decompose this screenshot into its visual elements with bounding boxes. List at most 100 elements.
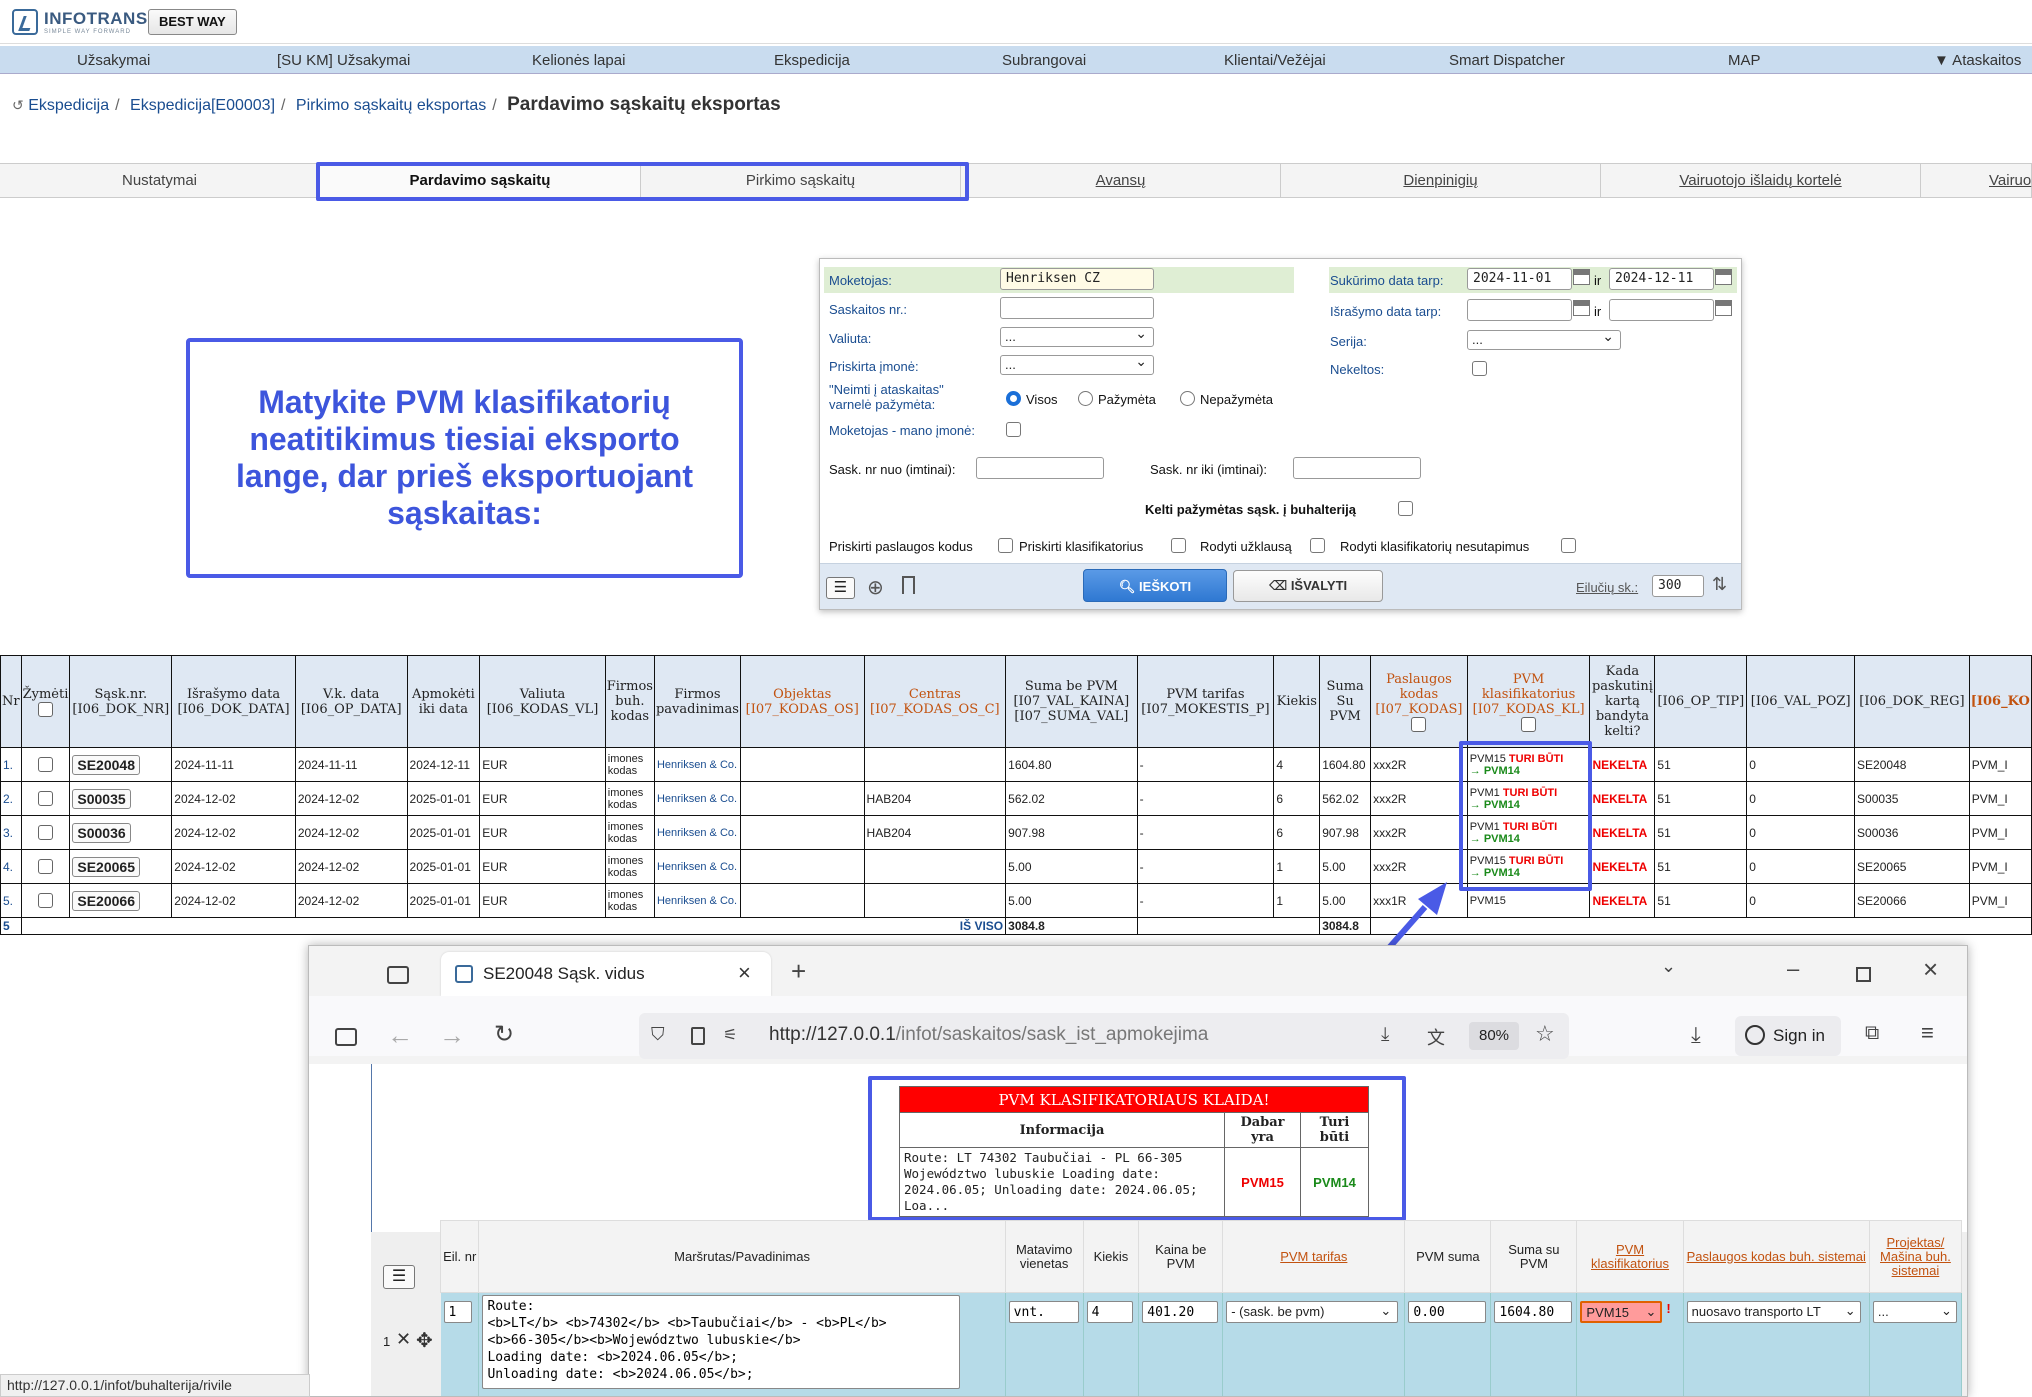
- moketojas-input[interactable]: Henriksen CZ: [1000, 268, 1154, 290]
- permissions-icon[interactable]: ⚟: [723, 1025, 737, 1045]
- company-button[interactable]: BEST WAY: [148, 9, 237, 35]
- item-vat-rate-select[interactable]: - (sask. be pvm) ⌄: [1226, 1301, 1399, 1323]
- item-col-pvm-tarifas[interactable]: PVM tarifas: [1222, 1220, 1406, 1293]
- item-project-select[interactable]: ... ⌄: [1872, 1301, 1957, 1323]
- col-dok-reg[interactable]: [I06_DOK_REG]: [1854, 655, 1970, 748]
- calendar-icon[interactable]: [1573, 300, 1590, 316]
- invoice-number-button[interactable]: SE20066: [72, 890, 140, 911]
- items-menu-icon[interactable]: ☰: [383, 1265, 415, 1289]
- col-israsymo[interactable]: Išrašymo data [I06_DOK_DATA]: [171, 655, 296, 748]
- opt-uzklausa-checkbox[interactable]: [1310, 538, 1325, 553]
- invoice-number-button[interactable]: SE20065: [72, 856, 140, 877]
- back-icon[interactable]: ←: [387, 1020, 413, 1051]
- item-col-projektas[interactable]: Projektas/ Mašina buh. sistemai: [1868, 1220, 1963, 1293]
- row-firm-link[interactable]: Henriksen & Co.: [657, 861, 737, 873]
- row-checkbox[interactable]: [37, 757, 53, 773]
- col-ko[interactable]: [I06_KO: [1968, 655, 2032, 748]
- col-op-tip[interactable]: [I06_OP_TIP]: [1654, 655, 1748, 748]
- col-vk[interactable]: V.k. data [I06_OP_DATA]: [294, 655, 408, 748]
- invoice-number-button[interactable]: S00035: [72, 788, 131, 809]
- klasifikatorius-checkbox[interactable]: [1521, 716, 1537, 732]
- downloads-icon[interactable]: ⤓: [1691, 1022, 1701, 1048]
- star-icon[interactable]: ☆: [1535, 1021, 1555, 1047]
- row-firm-link[interactable]: Henriksen & Co.: [657, 793, 737, 805]
- col-kada[interactable]: Kada paskutinį kartą bandyta kelti?: [1589, 655, 1656, 748]
- moketojas-mano-checkbox[interactable]: [1006, 422, 1021, 437]
- col-pvm-klasifikatorius[interactable]: PVM klasifikatorius [I07_KODAS_KL]: [1466, 655, 1591, 748]
- nav-subrangovai[interactable]: Subrangovai: [1002, 52, 1086, 69]
- search-button[interactable]: 🔍︎ IEŠKOTI: [1083, 569, 1227, 602]
- extensions-icon[interactable]: ⧉: [1865, 1022, 1879, 1045]
- sign-in-button[interactable]: Sign in: [1735, 1016, 1841, 1056]
- col-buh-kodas[interactable]: Firmos buh. kodas: [604, 655, 655, 748]
- col-sask[interactable]: Sąsk.nr. [I06_DOK_NR]: [69, 655, 173, 748]
- app-menu-icon[interactable]: ≡: [1921, 1020, 1934, 1046]
- clear-button[interactable]: ⌫ IŠVALYTI: [1233, 570, 1383, 602]
- tab-dienpinigiu[interactable]: Dienpinigių: [1281, 164, 1601, 197]
- valiuta-select[interactable]: ...: [1000, 325, 1154, 347]
- breadcrumb-ekspedicija-e00003[interactable]: Ekspedicija[E00003]: [130, 97, 275, 114]
- url-text[interactable]: http://127.0.0.1/infot/saskaitos/sask_is…: [769, 1024, 1209, 1046]
- tab-manager-icon[interactable]: [387, 966, 409, 984]
- priskirta-select[interactable]: ...: [1000, 353, 1154, 375]
- nav-kelliones-lapai[interactable]: Kelionės lapai: [532, 52, 625, 69]
- col-centras[interactable]: Centras [I07_KODAS_OS_C]: [863, 655, 1007, 748]
- zoom-icon[interactable]: ⊕: [867, 575, 884, 600]
- nav-map[interactable]: MAP: [1728, 52, 1761, 69]
- radio-pazymeta[interactable]: [1078, 391, 1093, 406]
- calendar-icon[interactable]: [1573, 269, 1590, 285]
- tab-vairuo[interactable]: Vairuo: [1921, 164, 2032, 197]
- page-icon[interactable]: [691, 1027, 705, 1045]
- calendar-icon[interactable]: [1715, 300, 1732, 316]
- rows-input[interactable]: 300: [1652, 575, 1704, 597]
- sort-icon[interactable]: ⇅: [1712, 574, 1727, 595]
- new-tab-icon[interactable]: +: [791, 956, 806, 987]
- col-kiekis[interactable]: Kiekis: [1273, 655, 1321, 748]
- bookmark-icon[interactable]: [902, 576, 915, 594]
- col-apmoketi[interactable]: Apmokėti iki data: [406, 655, 481, 748]
- israsymo-from-input[interactable]: [1467, 299, 1572, 321]
- col-suma-su-pvm[interactable]: Suma Su PVM: [1319, 655, 1372, 748]
- col-suma-be-pvm[interactable]: Suma be PVM [I07_VAL_KAINA] [I07_SUMA_VA…: [1005, 655, 1138, 748]
- opt-klasifikatorius-checkbox[interactable]: [1171, 538, 1186, 553]
- sukurimo-from-input[interactable]: 2024-11-01: [1467, 268, 1572, 290]
- opt-nesutapimai-checkbox[interactable]: [1561, 538, 1576, 553]
- nav-ataskaitos[interactable]: ▼ Ataskaitos: [1934, 52, 2021, 69]
- delete-row-icon[interactable]: ✕: [396, 1329, 411, 1350]
- invoice-number-button[interactable]: S00036: [72, 822, 131, 843]
- tab-vairuotojo[interactable]: Vairuotojo išlaidų kortelė: [1601, 164, 1921, 197]
- row-checkbox[interactable]: [37, 825, 53, 841]
- row-checkbox[interactable]: [37, 893, 53, 909]
- close-tab-icon[interactable]: ×: [738, 960, 751, 986]
- col-firmos-pav[interactable]: Firmos pavadinimas: [653, 655, 741, 748]
- row-firm-link[interactable]: Henriksen & Co.: [657, 759, 737, 771]
- nav-klientai[interactable]: Klientai/Vežėjai: [1224, 52, 1326, 69]
- radio-nepazymeta[interactable]: [1180, 391, 1195, 406]
- item-eil-input[interactable]: [443, 1301, 472, 1323]
- tab-nustatymai[interactable]: Nustatymai: [0, 164, 320, 197]
- sask-iki-input[interactable]: [1293, 457, 1421, 479]
- save-page-icon[interactable]: ⤓: [1381, 1024, 1389, 1046]
- menu-icon[interactable]: ☰: [826, 577, 855, 599]
- row-checkbox[interactable]: [37, 859, 53, 875]
- col-valiuta[interactable]: Valiuta [I06_KODAS_VL]: [479, 655, 606, 748]
- breadcrumb-pirkimo[interactable]: Pirkimo sąskaitų eksportas: [296, 97, 486, 114]
- radio-visos[interactable]: [1006, 391, 1021, 406]
- infotrans-logo[interactable]: INFOTRANS SIMPLE WAY FORWARD: [12, 8, 148, 36]
- kelti-checkbox[interactable]: [1398, 501, 1413, 516]
- col-pvm-tarifas[interactable]: PVM tarifas [I07_MOKESTIS_P]: [1136, 655, 1275, 748]
- opt-paslaugos-checkbox[interactable]: [998, 538, 1013, 553]
- israsymo-to-input[interactable]: [1609, 299, 1714, 321]
- history-icon[interactable]: ↺: [12, 97, 24, 113]
- saskaitos-input[interactable]: [1000, 297, 1154, 319]
- col-objektas[interactable]: Objektas [I07_KODAS_OS]: [739, 655, 865, 748]
- list-tabs-icon[interactable]: ⌄: [1661, 956, 1676, 977]
- invoice-number-button[interactable]: SE20048: [72, 754, 140, 775]
- row-firm-link[interactable]: Henriksen & Co.: [657, 895, 737, 907]
- tab-avansu[interactable]: Avansų: [961, 164, 1281, 197]
- item-qty-input[interactable]: [1086, 1301, 1133, 1323]
- zoom-level[interactable]: 80%: [1469, 1022, 1519, 1050]
- translate-icon[interactable]: 文: [1427, 1024, 1445, 1050]
- item-klas-select[interactable]: PVM15 ⌄: [1580, 1301, 1663, 1323]
- nav-smart-dispatcher[interactable]: Smart Dispatcher: [1449, 52, 1565, 69]
